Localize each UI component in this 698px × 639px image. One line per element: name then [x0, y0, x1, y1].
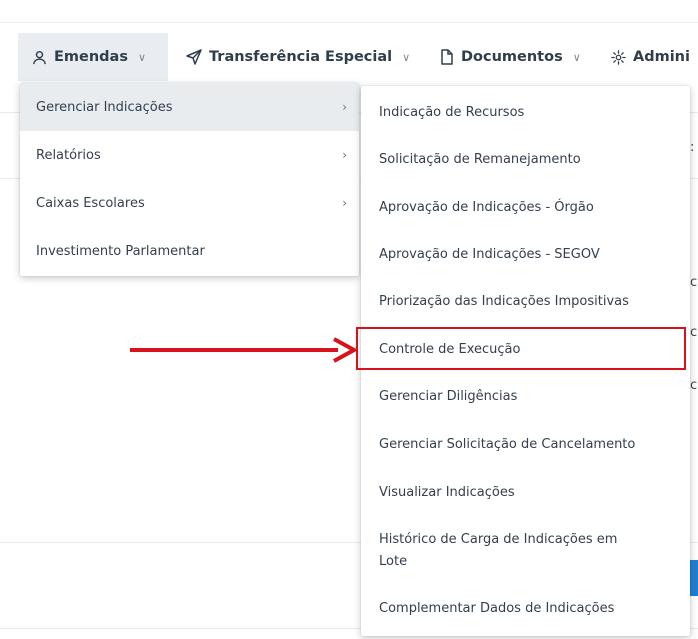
- chevron-down-icon: ∨: [402, 50, 411, 64]
- nav-emendas[interactable]: Emendas ∨: [18, 33, 168, 81]
- submenu-item-gerenciar-diligencias[interactable]: Gerenciar Diligências: [361, 386, 690, 408]
- nav-documentos[interactable]: Documentos ∨: [440, 33, 581, 81]
- menu-item-label: Caixas Escolares: [36, 195, 145, 211]
- menu-item-label: Investimento Parlamentar: [36, 243, 205, 259]
- submenu-item-historico-carga-lote[interactable]: Histórico de Carga de Indicações em Lote: [361, 529, 661, 573]
- menu-item-label: Relatórios: [36, 147, 101, 163]
- document-icon: [440, 49, 454, 65]
- send-icon: [186, 49, 202, 65]
- chevron-right-icon: ›: [342, 100, 347, 114]
- menu-item-label: Gerenciar Indicações: [36, 99, 173, 115]
- top-navbar: Emendas ∨ Transferência Especial ∨ Docum…: [0, 0, 698, 81]
- nav-administracao-label: Admini: [633, 49, 690, 65]
- nav-documentos-label: Documentos: [461, 49, 563, 65]
- chevron-down-icon: ∨: [137, 50, 147, 64]
- submenu-item-priorizacao-impositivas[interactable]: Priorização das Indicações Impositivas: [361, 291, 690, 313]
- chevron-right-icon: ›: [342, 148, 347, 162]
- emendas-dropdown-menu: Gerenciar Indicações › Relatórios › Caix…: [20, 83, 359, 276]
- bg-text-fragment: c: [690, 378, 698, 393]
- submenu-item-aprovacao-segov[interactable]: Aprovação de Indicações - SEGOV: [361, 244, 690, 266]
- menu-item-investimento-parlamentar[interactable]: Investimento Parlamentar: [20, 227, 359, 275]
- submenu-item-indicacao-recursos[interactable]: Indicação de Recursos: [361, 102, 690, 124]
- gear-icon: [611, 49, 626, 65]
- nav-transferencia-especial[interactable]: Transferência Especial ∨: [186, 33, 410, 81]
- submenu-item-complementar-dados[interactable]: Complementar Dados de Indicações: [361, 598, 690, 620]
- chevron-down-icon: ∨: [572, 50, 581, 64]
- submenu-item-solicitacao-remanejamento[interactable]: Solicitação de Remanejamento: [361, 149, 690, 171]
- bg-text-fragment: :: [690, 140, 695, 155]
- submenu-item-gerenciar-cancelamento[interactable]: Gerenciar Solicitação de Cancelamento: [361, 434, 690, 456]
- chevron-right-icon: ›: [342, 196, 347, 210]
- menu-item-caixas-escolares[interactable]: Caixas Escolares ›: [20, 179, 359, 227]
- submenu-item-visualizar-indicacoes[interactable]: Visualizar Indicações: [361, 482, 690, 504]
- nav-administracao[interactable]: Admini: [611, 33, 690, 81]
- nav-emendas-label: Emendas: [54, 49, 128, 65]
- highlight-box-annotation: [356, 327, 686, 370]
- bg-text-fragment: c: [690, 325, 698, 340]
- red-arrow-annotation: [130, 337, 358, 363]
- submenu-item-aprovacao-orgao[interactable]: Aprovação de Indicações - Órgão: [361, 197, 690, 219]
- menu-item-gerenciar-indicacoes[interactable]: Gerenciar Indicações ›: [20, 83, 359, 131]
- nav-transferencia-label: Transferência Especial: [209, 49, 393, 65]
- bg-text-fragment: c: [690, 275, 698, 290]
- user-icon: [32, 50, 47, 65]
- menu-item-relatorios[interactable]: Relatórios ›: [20, 131, 359, 179]
